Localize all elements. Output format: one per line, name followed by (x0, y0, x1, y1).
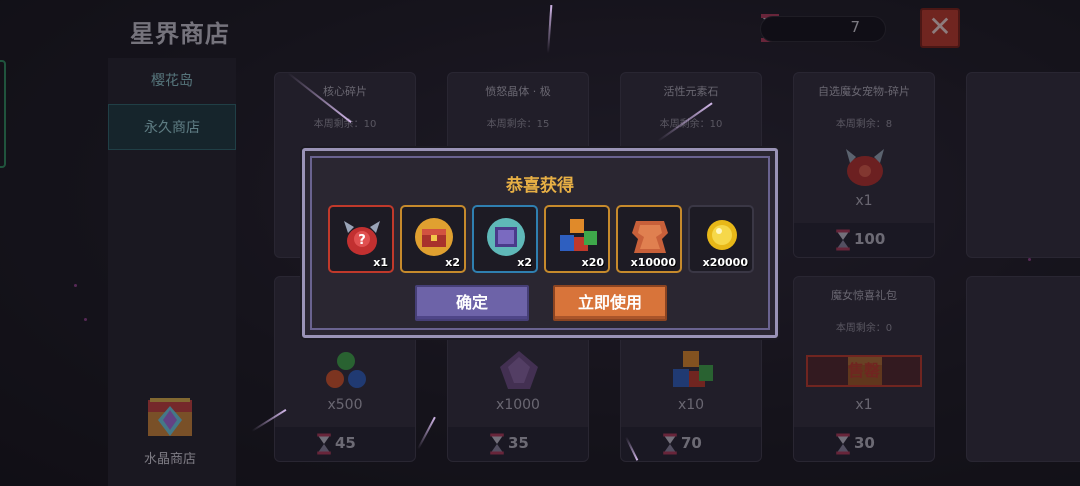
svg-text:?: ? (358, 233, 366, 248)
reward-item[interactable]: x20000 (688, 205, 754, 273)
element-cubes-icon (560, 219, 597, 251)
scroll-device-icon (487, 218, 525, 256)
reward-quantity: x20000 (702, 256, 748, 269)
reward-item[interactable]: x2 (472, 205, 538, 273)
reward-item[interactable]: x20 (544, 205, 610, 273)
reward-item[interactable]: ? x1 (328, 205, 394, 273)
reward-item[interactable]: x2 (400, 205, 466, 273)
reward-quantity: x1 (373, 256, 388, 269)
confirm-button[interactable]: 确定 (415, 285, 529, 321)
reward-item[interactable]: x10000 (616, 205, 682, 273)
gold-coin-icon (707, 220, 737, 250)
reward-quantity: x2 (445, 256, 460, 269)
dialog-title: 恭喜获得 (506, 176, 574, 196)
chest-icon (415, 218, 453, 256)
leather-hide-icon (632, 221, 668, 253)
mystery-egg-icon: ? (344, 221, 380, 255)
reward-quantity: x2 (517, 256, 532, 269)
reward-quantity: x20 (581, 256, 604, 269)
reward-quantity: x10000 (630, 256, 676, 269)
reward-dialog: 恭喜获得 ? x1 x2 x2 x20 x10000 x20000 确定 立即使… (302, 148, 778, 338)
use-now-button[interactable]: 立即使用 (553, 285, 667, 321)
